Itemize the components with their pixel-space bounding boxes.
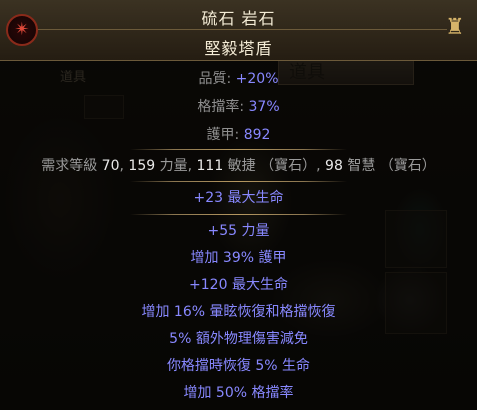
- explicit-mod: +55 力量: [207, 223, 270, 239]
- explicit-mod: 你格擋時恢復 5% 生命: [166, 358, 311, 374]
- separator: [0, 177, 477, 185]
- explicit-mod: 5% 額外物理傷害減免: [169, 331, 308, 347]
- item-name: 硫石 岩石: [201, 9, 276, 28]
- property-armour: 護甲: 892: [206, 127, 271, 143]
- explicit-mod: +120 最大生命: [189, 277, 288, 293]
- property-quality: 品質: +20%: [198, 71, 279, 87]
- separator: [0, 210, 477, 218]
- separator: [0, 145, 477, 153]
- tooltip-header: ✴ 硫石 岩石 堅毅塔盾 ♜: [0, 0, 477, 61]
- item-base-type: 堅毅塔盾: [204, 39, 273, 58]
- requirements-line: 需求等級 70, 159 力量, 111 敏捷 （寶石）, 98 智慧 （寶石）: [41, 158, 436, 174]
- warlord-icon: ♜: [445, 15, 465, 40]
- explicit-mod: 增加 50% 格擋率: [183, 385, 294, 401]
- property-block-chance: 格擋率: 37%: [197, 99, 280, 115]
- explicit-mod: 增加 16% 暈眩恢復和格擋恢復: [141, 304, 336, 320]
- implicit-mod: +23 最大生命: [193, 190, 284, 206]
- explicit-mod: 增加 39% 護甲: [190, 250, 287, 266]
- item-tooltip: ✴ 硫石 岩石 堅毅塔盾 ♜ 品質: +20% 格擋率: 37% 護甲: 892…: [0, 0, 477, 410]
